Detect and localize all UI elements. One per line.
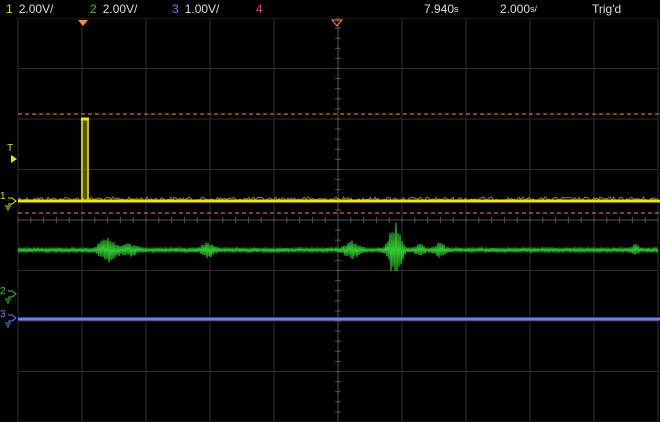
ground-label-1: 1 — [0, 191, 6, 202]
trigger-status: Trig'd — [592, 2, 622, 16]
channel-2-scale-value: 2.00V/ — [102, 2, 138, 16]
horizontal-timebase[interactable]: 2.000s/ — [500, 0, 537, 18]
channel-4-scale[interactable]: 4 — [256, 0, 269, 18]
channel-4-number: 4 — [256, 2, 263, 16]
ground-label-3: 3 — [0, 309, 6, 320]
waveform-display[interactable] — [0, 18, 660, 422]
horizontal-delay[interactable]: 7.940s — [424, 0, 459, 18]
delay-value: 7.940 — [424, 2, 455, 16]
channel-2-number: 2 — [90, 2, 97, 16]
ground-label-2: 2 — [0, 286, 6, 297]
channel-3-scale-value: 1.00V/ — [184, 2, 220, 16]
channel-2-scale[interactable]: 2 2.00V/ — [90, 0, 137, 18]
channel-1-scale[interactable]: 1 2.00V/ — [6, 0, 53, 18]
channel-1-scale-value: 2.00V/ — [18, 2, 54, 16]
trigger-level-label: T — [7, 143, 14, 154]
delay-unit: s — [454, 4, 459, 14]
timebase-value: 2.000 — [500, 2, 531, 16]
status-bar: 1 2.00V/ 2 2.00V/ 3 1.00V/ 4 7.940s 2.000s/… — [0, 0, 660, 18]
channel-1-pulse — [81, 117, 89, 200]
channel-3-number: 3 — [172, 2, 179, 16]
channel-1-number: 1 — [6, 2, 13, 16]
timebase-unit: s/ — [530, 4, 538, 14]
channel-3-scale[interactable]: 3 1.00V/ — [172, 0, 219, 18]
